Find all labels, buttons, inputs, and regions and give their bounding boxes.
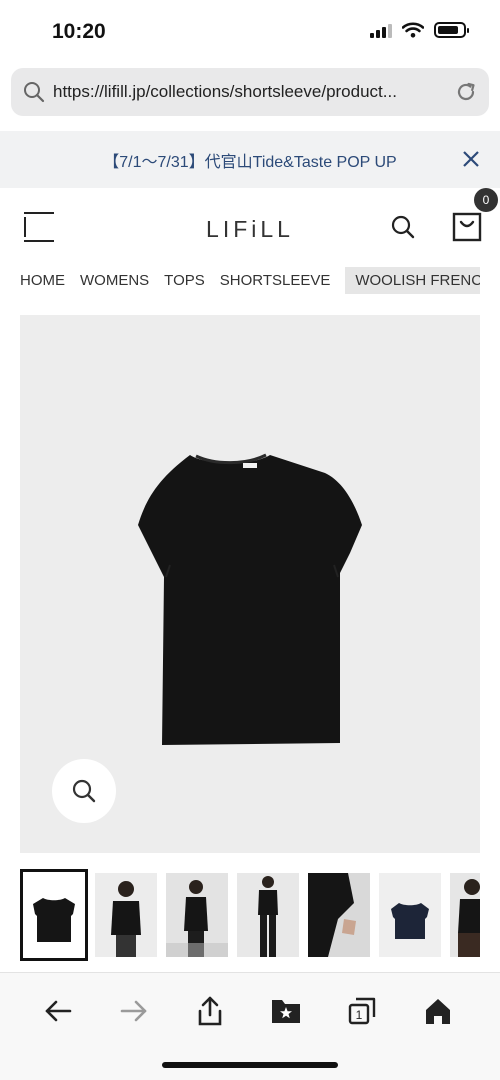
reload-icon[interactable] [455, 81, 477, 103]
tab-count: 1 [356, 1008, 363, 1022]
search-icon[interactable] [390, 214, 416, 240]
thumbnail-5[interactable] [308, 873, 370, 957]
search-icon [24, 82, 45, 103]
breadcrumb-shortsleeve[interactable]: SHORTSLEEVE [220, 272, 331, 289]
breadcrumb: HOME WOMENS TOPS SHORTSLEEVE WOOLISH FRE… [20, 266, 480, 294]
address-bar[interactable]: https://lifill.jp/collections/shortsleev… [11, 68, 489, 116]
home-icon [426, 999, 450, 1024]
promo-banner[interactable]: 【7/1～7/31】代官山Tide&Taste POP UP [0, 131, 500, 188]
status-icons [370, 22, 469, 38]
cellular-signal-icon [370, 23, 392, 38]
forward-icon [120, 1000, 147, 1022]
wifi-icon [402, 22, 424, 38]
breadcrumb-tops[interactable]: TOPS [164, 272, 205, 289]
share-icon [198, 996, 222, 1026]
status-bar: 10:20 [0, 0, 500, 64]
site-logo[interactable]: LIFiLL [0, 216, 500, 243]
bookmarks-button[interactable] [268, 993, 304, 1029]
thumbnail-4[interactable] [237, 873, 299, 957]
breadcrumb-current: WOOLISH FRENCH S [345, 266, 480, 294]
bookmarks-icon [272, 1000, 300, 1023]
promo-banner-text[interactable]: 【7/1～7/31】代官山Tide&Taste POP UP [103, 148, 396, 172]
breadcrumb-womens[interactable]: WOMENS [80, 272, 149, 289]
tabs-icon: 1 [348, 997, 376, 1025]
breadcrumb-home[interactable]: HOME [20, 272, 65, 289]
thumbnail-7[interactable] [450, 873, 480, 957]
close-icon[interactable] [460, 148, 482, 170]
zoom-button[interactable] [52, 759, 116, 823]
home-button[interactable] [420, 993, 456, 1029]
back-button[interactable] [40, 993, 76, 1029]
thumbnail-6[interactable] [379, 873, 441, 957]
forward-button[interactable] [116, 993, 152, 1029]
url-text[interactable]: https://lifill.jp/collections/shortsleev… [53, 82, 447, 102]
status-time: 10:20 [52, 20, 106, 43]
search-icon [72, 779, 96, 803]
tabs-button[interactable]: 1 [344, 993, 380, 1029]
cart-icon[interactable] [452, 212, 482, 242]
back-icon [45, 1000, 72, 1022]
thumbnail-2[interactable] [95, 873, 157, 957]
site-header: LIFiLL [0, 196, 500, 260]
thumbnail-3[interactable] [166, 873, 228, 957]
battery-icon [434, 22, 469, 38]
cart-count-badge: 0 [474, 188, 498, 212]
thumbnail-1[interactable] [20, 869, 88, 961]
thumbnail-strip [20, 869, 480, 961]
share-button[interactable] [192, 993, 228, 1029]
product-main-image[interactable] [20, 315, 480, 853]
home-indicator [162, 1062, 338, 1068]
